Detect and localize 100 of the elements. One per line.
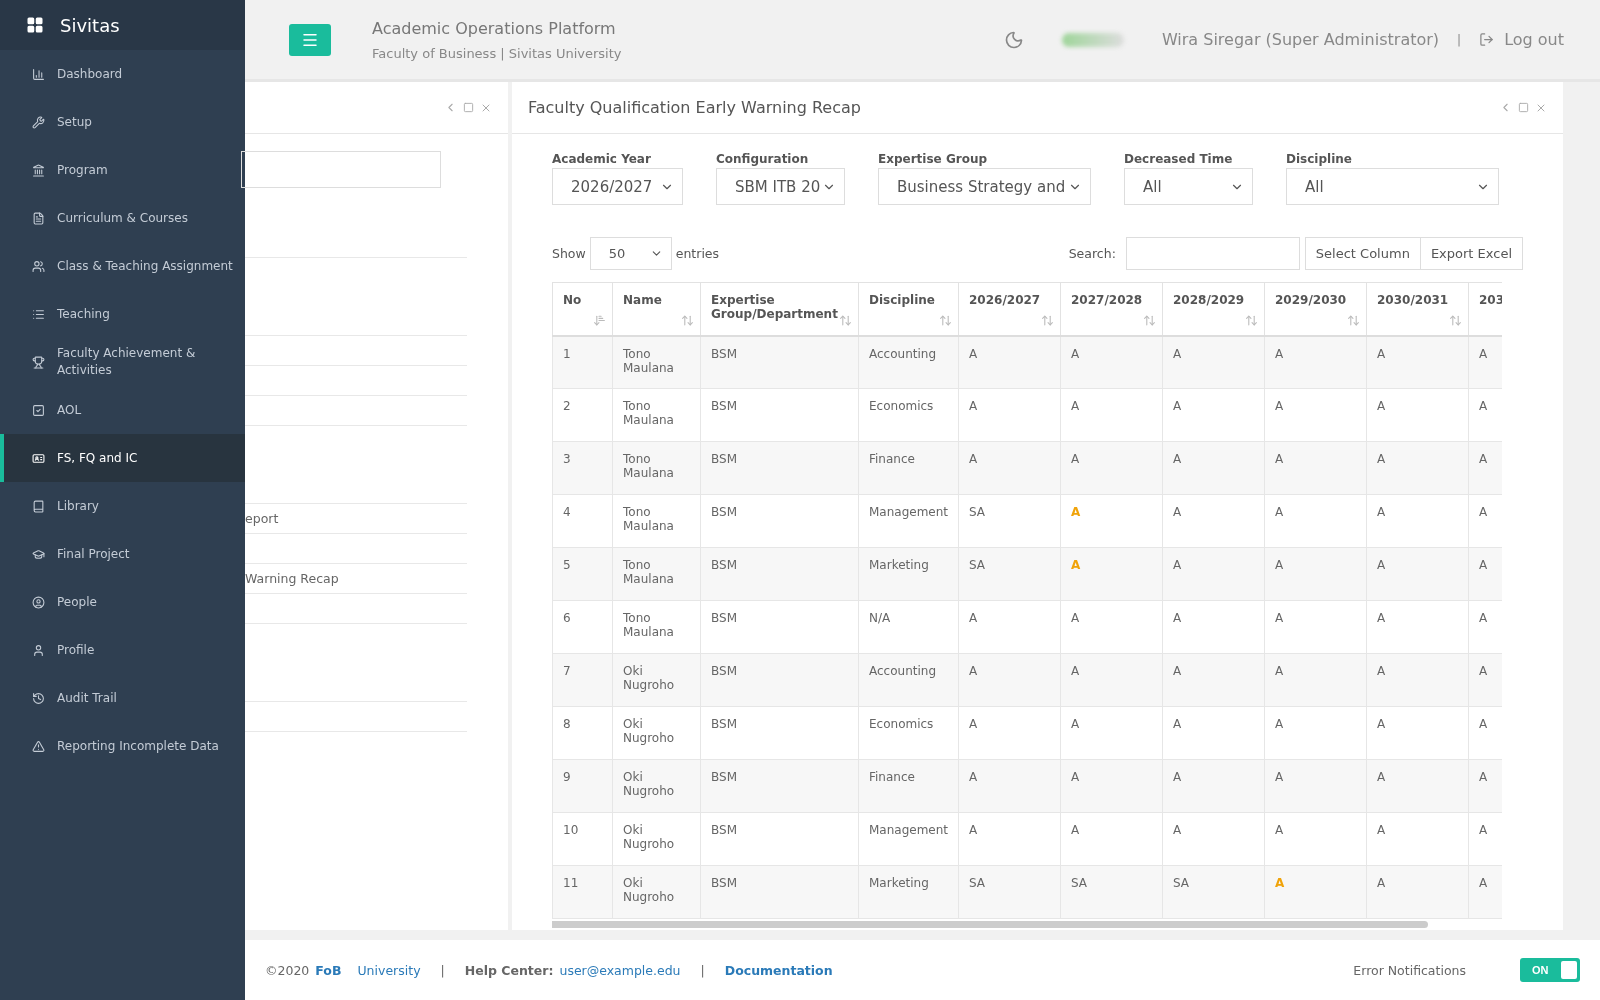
sidebar-item[interactable]: Library — [0, 482, 245, 530]
maximize-icon[interactable] — [463, 102, 474, 113]
table-cell: A — [1162, 812, 1265, 866]
scrollbar[interactable] — [552, 921, 1428, 928]
sidebar-item[interactable]: People — [0, 578, 245, 626]
table-cell: Marketing — [858, 547, 959, 601]
sidebar-item[interactable]: AOL — [0, 386, 245, 434]
list-item-text[interactable]: Warning Recap — [245, 571, 339, 586]
dropdown[interactable]: 2026/2027 — [552, 168, 683, 205]
sidebar-item[interactable]: Curriculum & Courses — [0, 194, 245, 242]
sidebar-item[interactable]: Class & Teaching Assignment — [0, 242, 245, 290]
table-cell: A — [1060, 812, 1163, 866]
sort-icon[interactable] — [1449, 313, 1462, 327]
table-cell: BSM — [700, 812, 859, 866]
sidebar-item[interactable]: Program — [0, 146, 245, 194]
table-cell: Oki Nugroho — [612, 865, 701, 919]
toolbar-button[interactable]: Export Excel — [1419, 237, 1523, 270]
table-cell: Economics — [858, 388, 959, 442]
search-field[interactable] — [1125, 237, 1300, 270]
sidebar-item[interactable]: Reporting Incomplete Data — [0, 722, 245, 770]
menu-item-icon — [32, 163, 45, 177]
column-header[interactable]: Expertise Group/Department — [700, 282, 859, 336]
table-cell: A — [958, 706, 1061, 760]
table-cell: A — [1366, 441, 1469, 495]
table-cell: SA — [958, 865, 1061, 919]
table-cell: A — [958, 441, 1061, 495]
fob-link[interactable]: FoB — [315, 962, 342, 978]
table-cell: A — [1162, 335, 1265, 389]
sort-icon[interactable] — [1347, 313, 1360, 327]
table-cell: A — [1366, 653, 1469, 707]
menu-item-icon — [32, 211, 45, 225]
menu-button[interactable] — [289, 23, 331, 56]
dropdown[interactable]: All — [1286, 168, 1499, 205]
sort-icon[interactable] — [939, 313, 952, 327]
separator: | — [700, 962, 705, 978]
table-cell: A — [1162, 388, 1265, 442]
dropdown[interactable]: All — [1124, 168, 1253, 205]
input-field[interactable] — [241, 151, 441, 188]
column-header[interactable]: Discipline — [858, 282, 959, 336]
filter-label: Discipline — [1286, 152, 1353, 166]
table-cell: A — [1162, 441, 1265, 495]
table-cell: BSM — [700, 759, 859, 813]
menu-item-icon — [32, 67, 45, 81]
list-item-text[interactable]: eport — [245, 511, 279, 526]
column-header[interactable]: 2030/2031 — [1366, 282, 1469, 336]
sidebar-item[interactable]: Setup — [0, 98, 245, 146]
sort-icon[interactable] — [1041, 313, 1054, 327]
table-cell: 2 — [552, 388, 613, 442]
table-cell: Finance — [858, 441, 959, 495]
column-header[interactable]: 2028/2029 — [1162, 282, 1265, 336]
table-cell: 3 — [552, 441, 613, 495]
maximize-icon[interactable] — [1518, 102, 1529, 113]
sort-icon[interactable] — [839, 313, 852, 327]
table-cell: Management — [858, 812, 959, 866]
sidebar-item[interactable]: Final Project — [0, 530, 245, 578]
column-header[interactable]: Name — [612, 282, 701, 336]
menu-item-icon — [32, 739, 45, 753]
table-cell: BSM — [700, 335, 859, 389]
table-cell: A — [1264, 865, 1367, 919]
sidebar-item[interactable]: FS, FQ and IC — [0, 434, 245, 482]
table-cell: Accounting — [858, 653, 959, 707]
sidebar-item[interactable]: Audit Trail — [0, 674, 245, 722]
dropdown[interactable]: Business Strategy and — [878, 168, 1091, 205]
table-cell: A — [1060, 600, 1163, 654]
user-name: Wira Siregar (Super Administrator) — [1161, 30, 1440, 49]
sort-icon[interactable] — [1143, 313, 1156, 327]
table-cell: Economics — [858, 706, 959, 760]
column-header[interactable]: 2027/2028 — [1060, 282, 1163, 336]
table-cell: A — [1162, 547, 1265, 601]
table-cell: Finance — [858, 759, 959, 813]
documentation-link[interactable]: Documentation — [724, 962, 833, 978]
dropdown[interactable]: SBM ITB 20 — [716, 168, 845, 205]
menu-item-icon — [32, 307, 45, 321]
table-cell: A — [1264, 335, 1367, 389]
sidebar-item[interactable]: Teaching — [0, 290, 245, 338]
sidebar-item[interactable]: Faculty Achievement & Activities — [0, 338, 245, 386]
sidebar-item[interactable]: Profile — [0, 626, 245, 674]
email-link[interactable]: user@example.edu — [559, 962, 681, 978]
entries-dropdown[interactable]: 50 — [589, 237, 672, 270]
university-link[interactable]: University — [357, 962, 421, 978]
column-header[interactable]: No — [552, 282, 613, 336]
moon-icon[interactable] — [1003, 29, 1024, 50]
sort-icon[interactable] — [681, 313, 694, 327]
error-notifications-label: Error Notifications — [1353, 962, 1466, 978]
table-cell: A — [1366, 335, 1469, 389]
table-cell: 9 — [552, 759, 613, 813]
table-cell: A — [1468, 812, 1502, 866]
sort-icon[interactable] — [593, 313, 606, 327]
separator: | — [440, 962, 445, 978]
menu-item-icon — [32, 499, 45, 513]
sort-icon[interactable] — [1245, 313, 1258, 327]
toolbar-button[interactable]: Select Column — [1304, 237, 1421, 270]
column-header[interactable]: 2026/2027 — [958, 282, 1061, 336]
grid-icon — [26, 16, 44, 34]
sidebar-item[interactable]: Dashboard — [0, 50, 245, 98]
column-header[interactable]: 2029/2030 — [1264, 282, 1367, 336]
table-cell: 10 — [552, 812, 613, 866]
table-cell: A — [958, 600, 1061, 654]
app-title: Academic Operations Platform — [372, 18, 617, 38]
table-cell: BSM — [700, 600, 859, 654]
